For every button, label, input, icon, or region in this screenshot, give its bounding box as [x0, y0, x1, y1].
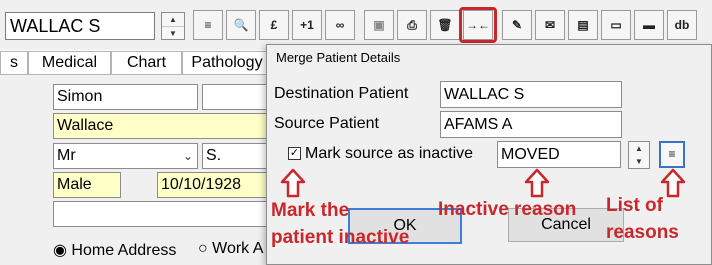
destination-field[interactable]: WALLAC S — [440, 81, 622, 108]
dob-field[interactable]: 10/10/1928 — [157, 172, 272, 198]
document-icon: ▤ — [577, 18, 589, 32]
work-address-label: Work A — [212, 240, 264, 257]
letter-button[interactable]: ✉ — [535, 10, 565, 40]
tab-pathology[interactable]: Pathology — [182, 51, 272, 75]
list-reasons-annotation-line1: List of — [606, 195, 663, 216]
reason-list-button[interactable]: ≡ — [659, 141, 685, 168]
card-button[interactable]: ▭ — [601, 10, 631, 40]
dialog-title: Merge Patient Details — [276, 50, 401, 65]
arrow-up-icon — [660, 168, 686, 198]
radio-selected-icon: ◉ — [53, 242, 67, 259]
database-button[interactable]: db — [667, 10, 697, 40]
patient-selector-input[interactable]: WALLAC S — [5, 12, 155, 40]
list-icon: ≡ — [204, 18, 212, 32]
print-button[interactable]: ⎙ — [397, 10, 427, 40]
tab-previous[interactable]: s — [0, 51, 28, 75]
plus-one-icon: +1 — [300, 18, 314, 32]
list-reasons-annotation-line2: reasons — [606, 222, 679, 243]
spin-up-icon[interactable]: ▲ — [162, 13, 184, 26]
note-button[interactable]: ▬ — [634, 10, 664, 40]
edit-button[interactable]: ✎ — [502, 10, 532, 40]
link-button[interactable]: ∞ — [325, 10, 355, 40]
work-address-radio[interactable]: ○ Work A — [198, 240, 263, 258]
initial-field[interactable]: S. — [202, 143, 272, 169]
spin-down-icon[interactable]: ▼ — [162, 26, 184, 40]
source-field[interactable]: AFAMS A — [440, 111, 622, 138]
arrow-up-icon — [524, 168, 550, 198]
list-icon: ≡ — [668, 147, 676, 161]
add-one-button[interactable]: +1 — [292, 10, 322, 40]
radio-empty-icon: ○ — [198, 240, 208, 257]
inactive-reason-field[interactable]: MOVED — [497, 141, 621, 168]
spin-up-icon[interactable]: ▲ — [629, 142, 649, 155]
card-icon: ▭ — [610, 18, 622, 32]
trash-icon: 🗑 — [437, 18, 453, 32]
note-icon: ▬ — [643, 18, 655, 32]
search-button[interactable]: 🔍 — [226, 10, 256, 40]
merge-button-highlight — [459, 7, 497, 43]
source-label: Source Patient — [274, 115, 379, 132]
mark-inactive-annotation-line2: patient inactive — [271, 227, 410, 248]
letter-icon: ✉ — [544, 18, 556, 32]
link-icon: ∞ — [335, 18, 345, 32]
print-icon: ⎙ — [407, 17, 417, 32]
list-button[interactable]: ≡ — [193, 10, 223, 40]
billing-button[interactable]: £ — [259, 10, 289, 40]
home-address-label: Home Address — [71, 242, 177, 259]
document-button[interactable]: ▤ — [568, 10, 598, 40]
other-name-field[interactable] — [202, 84, 272, 110]
surname-field[interactable]: Wallace — [53, 113, 272, 139]
search-icon: 🔍 — [233, 18, 249, 32]
gender-field[interactable]: Male — [53, 172, 121, 198]
spin-down-icon[interactable]: ▼ — [629, 155, 649, 168]
title-select[interactable]: Mr ⌄ — [53, 143, 198, 169]
pen-icon: ✎ — [511, 18, 523, 32]
first-name-field[interactable]: Simon — [53, 84, 198, 110]
title-value: Mr — [57, 147, 76, 164]
tab-medical[interactable]: Medical — [28, 51, 111, 75]
chevron-down-icon: ⌄ — [182, 149, 193, 163]
save-icon: ▣ — [373, 18, 385, 32]
arrow-up-icon — [280, 168, 306, 198]
tab-chart[interactable]: Chart — [111, 51, 182, 75]
save-button[interactable]: ▣ — [364, 10, 394, 40]
patient-spinner[interactable]: ▲ ▼ — [161, 12, 185, 40]
mark-inactive-annotation-line1: Mark the — [271, 200, 350, 221]
delete-button[interactable]: 🗑 — [430, 10, 460, 40]
database-icon: db — [674, 18, 690, 32]
pound-icon: £ — [270, 18, 278, 32]
inactive-reason-annotation: Inactive reason — [438, 199, 577, 220]
mark-inactive-label: Mark source as inactive — [305, 145, 474, 162]
mark-inactive-checkbox[interactable]: ✓ — [288, 147, 301, 160]
home-address-radio[interactable]: ◉ Home Address — [53, 240, 176, 260]
address-field[interactable] — [53, 201, 272, 227]
destination-label: Destination Patient — [274, 85, 409, 102]
reason-spinner[interactable]: ▲ ▼ — [628, 141, 650, 169]
